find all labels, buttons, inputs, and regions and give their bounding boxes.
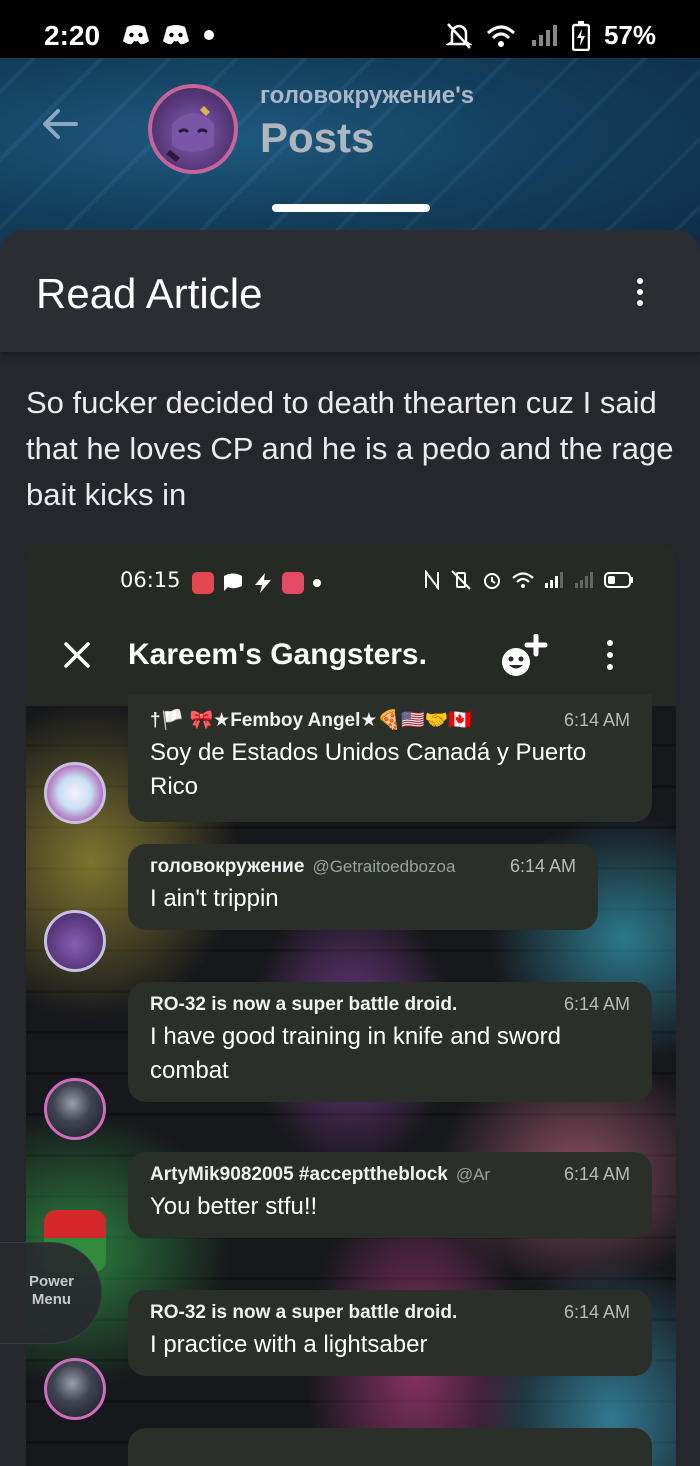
article-body: So fucker decided to death thearten cuz … (26, 385, 674, 512)
message-text: I ain't trippin (150, 885, 279, 912)
vibrate-off-icon (451, 570, 471, 590)
message-time: 6:14 AM (563, 1164, 630, 1184)
embedded-topbar: 06:15 Kareem's Gangsters. (26, 542, 676, 706)
status-right: 57% (445, 20, 656, 51)
profile-header: головокружение's Posts (0, 58, 700, 258)
nfc-icon (425, 570, 439, 590)
status-time: 2:20 (44, 20, 101, 51)
article-image[interactable]: 06:15 Kareem's Gangsters. †🏳️ 🎀★Femboy A… (26, 542, 676, 1466)
chat-message[interactable]: RO-32 is now a super battle droid. 6:14 A… (128, 982, 652, 1102)
avatar[interactable] (44, 910, 106, 972)
embedded-status-right (424, 570, 634, 590)
power-menu-line1: Power (29, 1273, 75, 1290)
back-arrow-icon[interactable] (36, 100, 84, 148)
message-author: RO-32 is now a super battle droid. (150, 994, 458, 1015)
avatar[interactable] (44, 762, 106, 824)
bolt-icon (255, 573, 271, 593)
avatar[interactable] (44, 1078, 106, 1140)
sheet-title: Read Article (36, 270, 263, 317)
message-handle: @Ar (455, 1165, 491, 1184)
drag-handle[interactable] (272, 204, 430, 212)
chat-message[interactable]: †🏳️ 🎀★Femboy Angel★🍕🇺🇸🤝🇨🇦 6:14 AM Soy de … (128, 694, 652, 822)
message-time: 6:14 AM (563, 994, 630, 1014)
more-options-icon[interactable] (604, 640, 616, 674)
page-title: Posts (260, 114, 375, 161)
alarm-icon (484, 573, 500, 589)
wifi-icon (512, 572, 534, 588)
chat-message[interactable] (128, 1428, 652, 1466)
chat-title: Kareem's Gangsters. (128, 638, 427, 671)
message-handle: @Getraitoedbozoa (312, 857, 456, 876)
signal-icon (531, 24, 557, 46)
message-author: ArtyMik9082005 #accepttheblock (150, 1164, 448, 1185)
message-author: †🏳️ 🎀★Femboy Angel★🍕🇺🇸🤝🇨🇦 (150, 710, 473, 731)
sheet-toolbar: Read Article (0, 230, 700, 352)
chat-message[interactable]: ArtyMik9082005 #accepttheblock @Ar 6:14 AM… (128, 1152, 652, 1238)
power-menu-line2: Menu (31, 1291, 72, 1308)
dot-icon (204, 30, 214, 40)
message-time: 6:14 AM (563, 710, 630, 730)
article-sheet: Read Article So fucker decided to death … (0, 230, 700, 1466)
message-text: You better stfu!! (150, 1193, 318, 1220)
close-icon[interactable] (62, 640, 92, 670)
signal-off-icon (575, 572, 593, 588)
message-text: I have good training in knife and sword … (150, 1023, 561, 1084)
mute-icon (445, 22, 472, 49)
message-author: RO-32 is now a super battle droid. (150, 1302, 458, 1323)
chat-message[interactable]: RO-32 is now a super battle droid. 6:14 A… (128, 1290, 652, 1376)
battery-percent: 57% (603, 20, 656, 50)
power-menu-button[interactable]: Power Menu (0, 1242, 102, 1344)
message-text: I practice with a lightsaber (150, 1331, 428, 1358)
discord-icon (123, 25, 149, 45)
profile-username: головокружение's (260, 82, 475, 109)
wifi-icon (486, 25, 515, 47)
music-icon (192, 572, 214, 594)
battery-charging-icon (571, 20, 590, 51)
add-emoji-icon[interactable] (500, 634, 548, 680)
signal-icon (545, 572, 563, 588)
power-menu-label: Power Menu (29, 1273, 74, 1309)
battery-icon (604, 572, 633, 588)
chat-bubble-icon (224, 573, 242, 591)
message-time: 6:14 AM (509, 856, 576, 876)
embedded-notification-icons (192, 572, 322, 594)
avatar[interactable] (44, 1358, 106, 1420)
avatar[interactable] (148, 84, 238, 174)
more-options-icon[interactable] (632, 278, 648, 308)
discord-icon (163, 25, 189, 45)
dot-icon (313, 579, 321, 587)
message-time: 6:14 AM (563, 1302, 630, 1322)
message-text: Soy de Estados Unidos Canadá y Puerto Ri… (150, 739, 587, 800)
avatar-art-icon (166, 106, 214, 162)
chat-message[interactable]: головокружение @Getraitoedbozoa 6:14 AM I … (128, 844, 598, 930)
message-author: головокружение (150, 856, 305, 877)
video-icon (282, 572, 304, 594)
embedded-status-time: 06:15 (120, 568, 181, 592)
notification-icons (122, 24, 216, 46)
